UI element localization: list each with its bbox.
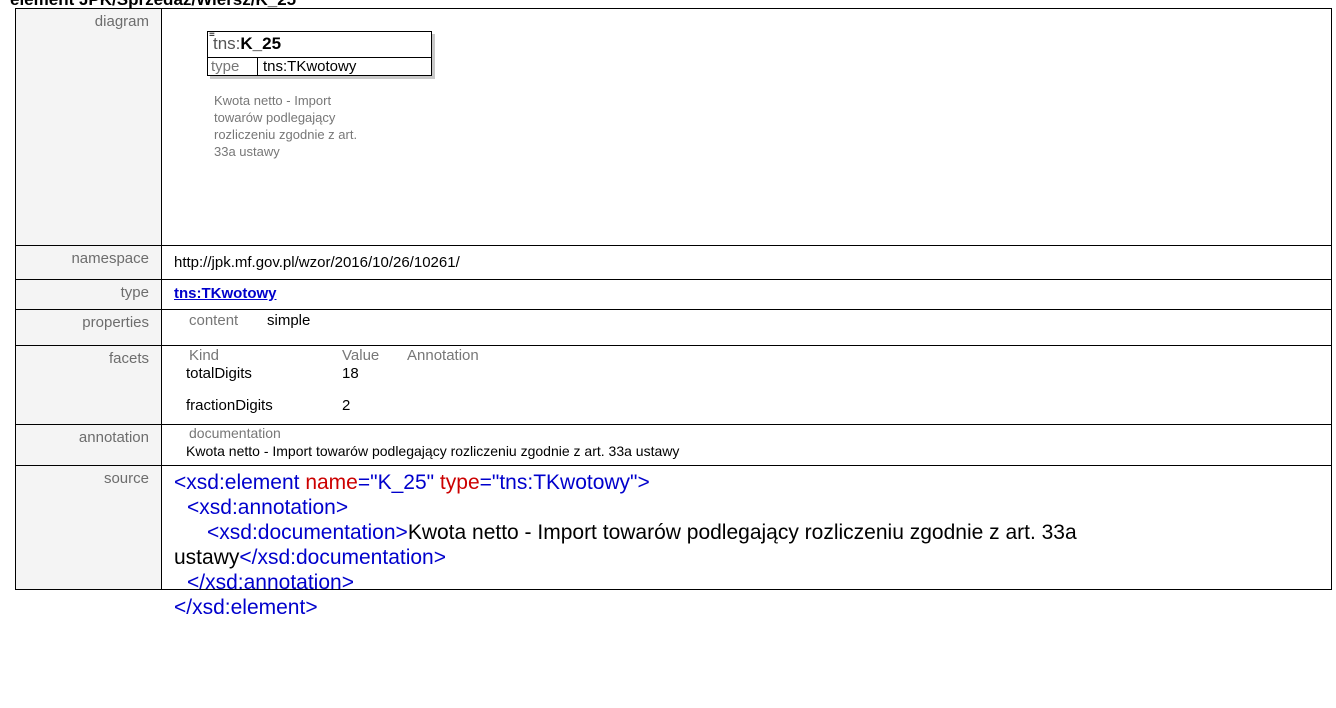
facets-table: Kind Value Annotation totalDigits 18 fra… [174, 346, 1331, 424]
element-name: tns:K_25 [213, 34, 282, 53]
element-type-key: type [211, 58, 240, 75]
element-type-row: type tns:TKwotowy [208, 57, 431, 76]
source-code: <xsd:element name="K_25" type="tns:TKwot… [174, 466, 1331, 619]
facet-kind: totalDigits [186, 365, 252, 382]
element-diagram: ≡ tns:K_25 type tns:TKwotowy Kwota netto… [174, 9, 1331, 245]
source-line: </xsd:annotation> [187, 571, 354, 594]
annotation-block: documentation Kwota netto - Import towar… [174, 425, 1331, 465]
label-facets: facets [15, 345, 162, 425]
row-properties: properties content simple [15, 309, 1332, 346]
source-line: </xsd:element> [174, 596, 318, 619]
row-namespace: namespace http://jpk.mf.gov.pl/wzor/2016… [15, 245, 1332, 280]
label-diagram: diagram [15, 8, 162, 246]
source-line: <xsd:annotation> [187, 496, 349, 519]
row-source: source <xsd:element name="K_25" type="tn… [15, 465, 1332, 619]
source-line: <xsd:element name="K_25" type="tns:TKwot… [174, 471, 650, 494]
element-type-value: tns:TKwotowy [263, 58, 357, 75]
label-properties: properties [15, 309, 162, 346]
label-annotation: annotation [15, 424, 162, 466]
label-namespace: namespace [15, 245, 162, 280]
facet-value: 18 [342, 365, 359, 382]
annotation-value: Kwota netto - Import towarów podlegający… [186, 443, 680, 459]
type-link[interactable]: tns:TKwotowy [174, 280, 1331, 309]
property-key: content [189, 312, 239, 329]
facet-kind: fractionDigits [186, 397, 273, 414]
row-diagram: diagram ≡ tns:K_25 type tns:TKwotowy Kwo… [15, 8, 1332, 246]
property-value: simple [267, 312, 311, 329]
namespace-value: http://jpk.mf.gov.pl/wzor/2016/10/26/102… [161, 245, 1332, 280]
facet-header-kind: Kind [189, 347, 220, 364]
source-line: ustawy</xsd:documentation> [174, 546, 446, 569]
label-source: source [15, 465, 162, 590]
annotation-key: documentation [189, 425, 281, 441]
row-type: type tns:TKwotowy [15, 279, 1332, 310]
properties-block: content simple [174, 310, 1331, 345]
label-type: type [15, 279, 162, 310]
source-line: <xsd:documentation>Kwota netto - Import … [207, 521, 1077, 544]
facet-header-annotation: Annotation [407, 347, 479, 364]
row-annotation: annotation documentation Kwota netto - I… [15, 424, 1332, 466]
facet-value: 2 [342, 397, 351, 414]
element-doc-table: diagram ≡ tns:K_25 type tns:TKwotowy Kwo… [15, 8, 1332, 619]
element-box[interactable]: ≡ tns:K_25 type tns:TKwotowy [207, 30, 432, 76]
diagram-cell: ≡ tns:K_25 type tns:TKwotowy Kwota netto… [161, 8, 1332, 246]
row-facets: facets Kind Value Annotation totalDigits… [15, 345, 1332, 425]
facet-header-value: Value [342, 347, 380, 364]
element-doc-text: Kwota netto - Import towarów podlegający… [214, 93, 358, 159]
